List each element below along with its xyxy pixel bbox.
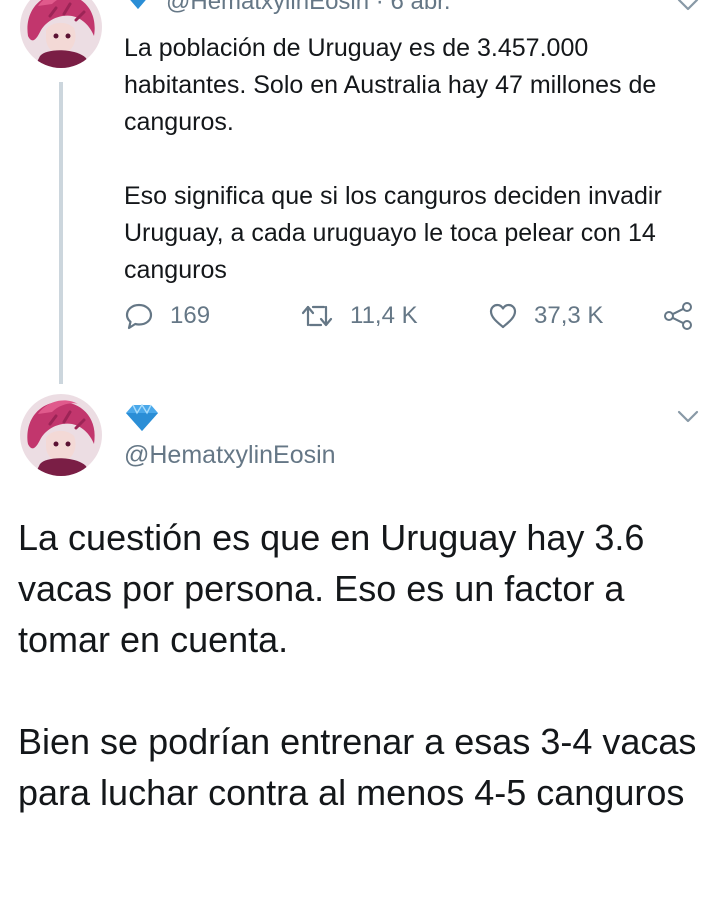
retweet-count: 11,4 K [350,302,418,329]
share-button[interactable] [662,296,694,336]
chevron-down-icon[interactable] [676,404,700,433]
reply-button[interactable]: 169 [124,296,210,336]
tweet1-paragraph-2: Eso significa que si los canguros decide… [124,182,662,284]
chevron-down-icon[interactable] [676,0,700,21]
tweet2-paragraph-1: La cuestión es que en Uruguay hay 3.6 va… [18,517,645,660]
diamond-icon [124,403,160,437]
tweet2-text: La cuestión es que en Uruguay hay 3.6 va… [18,512,708,818]
tweet2-paragraph-2: Bien se podrían entrenar a esas 3-4 vaca… [18,721,697,813]
diamond-icon [124,0,152,17]
share-icon [664,302,692,330]
avatar[interactable] [20,394,102,476]
retweet-icon [301,305,333,327]
retweet-button[interactable]: 11,4 K [300,296,418,336]
avatar-image [20,0,102,68]
tweet1-text: La población de Uruguay es de 3.457.000 … [124,30,694,289]
avatar-image [20,394,102,476]
tweet1-header: @HematxylinEosin · 6 abr. [124,0,451,17]
tweet1-paragraph-1: La población de Uruguay es de 3.457.000 … [124,34,657,136]
like-count: 37,3 K [534,302,604,329]
twitter-thread-screenshot: @HematxylinEosin · 6 abr. La población d… [0,0,720,900]
tweet1-action-bar: 169 11,4 K 37,3 K [124,296,710,336]
thread-connector-line [59,82,63,384]
avatar[interactable] [20,0,102,68]
heart-icon [489,303,517,329]
reply-icon [125,303,153,330]
like-button[interactable]: 37,3 K [488,296,603,336]
reply-count: 169 [170,302,211,329]
separator-dot: · [375,0,384,15]
tweet1-date[interactable]: 6 abr. [390,0,450,15]
tweet2-handle[interactable]: @HematxylinEosin [124,440,336,470]
tweet1-handle[interactable]: @HematxylinEosin [166,0,369,15]
